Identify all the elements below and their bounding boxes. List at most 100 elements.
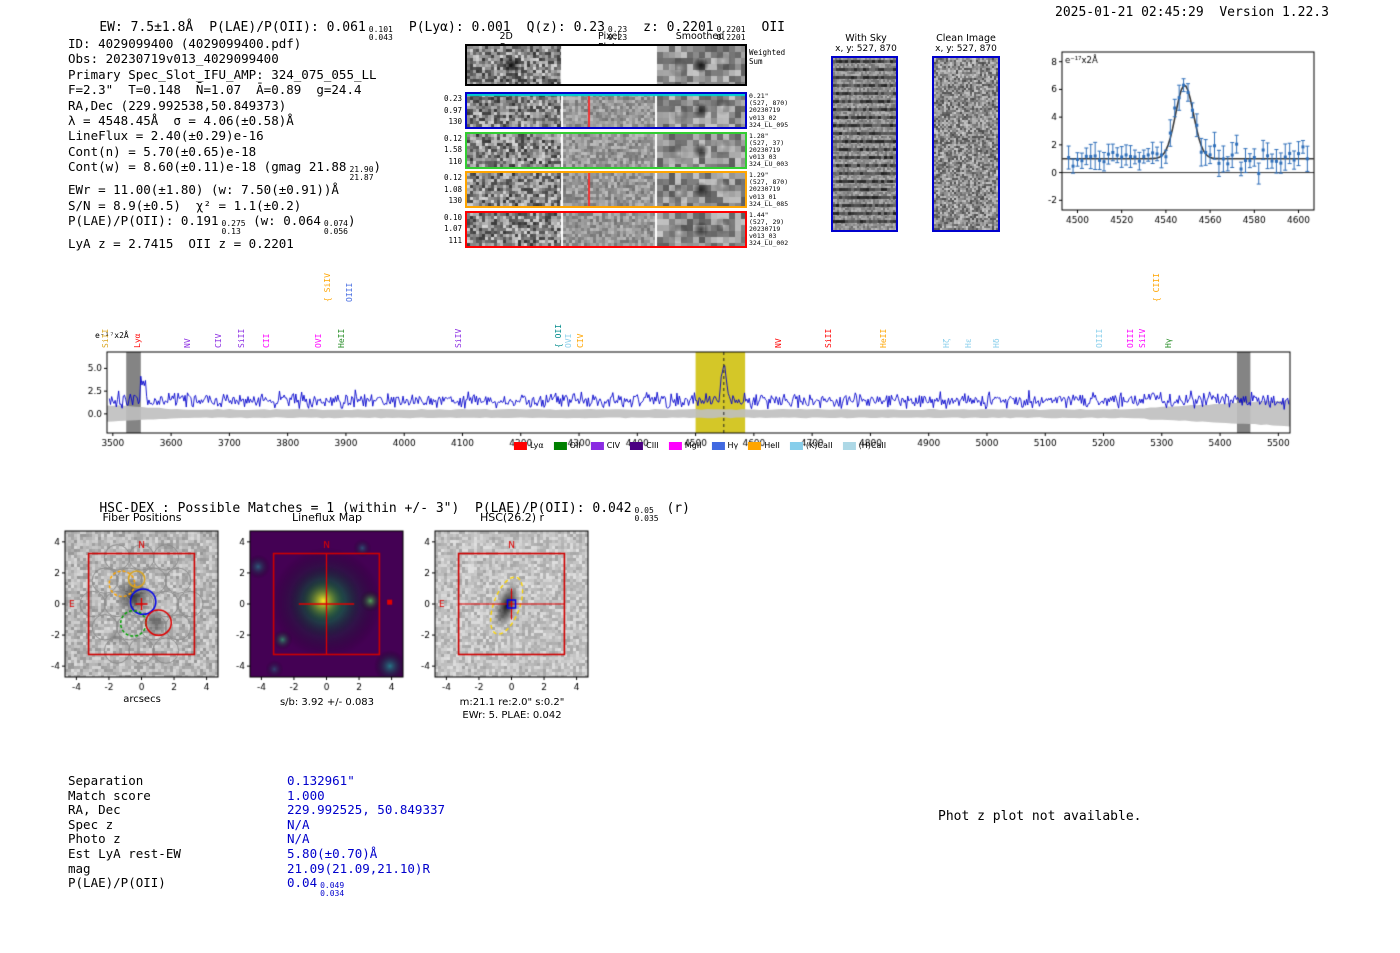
- match-row-label: Photo z: [68, 831, 121, 847]
- info-line: RA,Dec (229.992538,50.849373): [68, 97, 287, 113]
- spectrum-legend: Lyα OII CIV CIII MgII Hγ HeII (K)CaII (H)CaII: [513, 441, 886, 450]
- spec2d-row-canvas: [465, 131, 747, 169]
- detection-info-block: ID: 4029099400 (4029099400.pdf) Obs: 2023…: [68, 36, 381, 251]
- spec2d-row-right-labels: 1.29" (527, 870) 20230719 v013_01 324_LL_085: [749, 171, 789, 208]
- legend-swatch: [748, 441, 762, 450]
- legend-label: OII: [569, 441, 581, 450]
- fiber-positions-cutout: [38, 523, 233, 695]
- match-row-value: 1.000: [287, 787, 325, 803]
- match-row-value: 229.992525, 50.849337: [287, 802, 446, 818]
- clean-image-coords: x, y: 527, 870: [935, 44, 997, 54]
- legend-swatch: [668, 441, 682, 450]
- spectrum-ylabel: e⁻¹⁷x2Å: [95, 331, 129, 340]
- spec2d-column-header: Smoothed: [675, 31, 725, 42]
- legend-item: HeII: [748, 441, 780, 450]
- spec2d-row-left-labels: 0.10 1.07 111: [443, 212, 462, 245]
- hsc-ewr-label: EWr: 5. PLAE: 0.042: [462, 710, 562, 721]
- legend-swatch: [590, 441, 604, 450]
- plya-value: P(Lyα): 0.001: [408, 20, 511, 35]
- legend-item: Lyα: [513, 441, 544, 450]
- classification-label: OII: [761, 20, 786, 35]
- legend-item: Hγ: [711, 441, 738, 450]
- legend-label: CIII: [646, 441, 659, 450]
- emission-line-label: OIII: [1126, 328, 1135, 348]
- emission-line-label: SiIV: [1138, 328, 1147, 348]
- match-row-value: N/A: [287, 816, 310, 832]
- info-line: Cont(n) = 5.70(±0.65)e-18: [68, 143, 257, 159]
- info-line: EWr = 11.00(±1.80) (w: 7.50(±0.91))Å: [68, 182, 339, 198]
- emission-line-label: { CIII: [1152, 273, 1161, 302]
- legend-swatch: [513, 441, 527, 450]
- phot-z-note: Phot z plot not available.: [938, 809, 1142, 824]
- emission-line-fit-chart: [1032, 46, 1320, 232]
- legend-label: CIV: [606, 441, 621, 450]
- emission-line-label: { OII: [554, 323, 563, 348]
- spec2d-row-canvas: [465, 171, 747, 208]
- info-line: LyA z = 2.7415 OII z = 0.2201: [68, 236, 294, 252]
- spec2d-row-right-labels: 1.28" (527, 37) 20230719 v013_03 324_LU_003: [749, 131, 789, 169]
- with-sky-title: With Sky: [845, 33, 887, 44]
- spec2d-row-left-labels: 0.12 1.08 130: [443, 173, 462, 205]
- emission-line-label: Lyα: [133, 333, 142, 348]
- match-row-label: Est LyA rest-EW: [68, 846, 181, 861]
- spec2d-row-right-labels: 1.44" (527, 29) 20230719 v013_03 324_LU_002: [749, 210, 789, 248]
- legend-swatch: [789, 441, 803, 450]
- spec2d-row-canvas: [465, 210, 747, 248]
- fiber-xlabel: arcsecs: [123, 694, 161, 705]
- hsc-dex-band: (r): [658, 501, 690, 516]
- info-line: Primary Spec_Slot_IFU_AMP: 324_075_055_L…: [68, 66, 377, 82]
- match-row-value: 0.04 0.049 0.034: [287, 875, 345, 899]
- header-timestamp: 2025-01-21 02:45:29 Version 1.22.3: [1055, 5, 1329, 20]
- info-line: LineFlux = 2.40(±0.29)e-16: [68, 128, 264, 144]
- spec2d-row-right-labels: Weighted Sum: [749, 48, 786, 66]
- match-row-value: N/A: [287, 831, 310, 847]
- legend-item: MgII: [668, 441, 702, 450]
- emission-line-label: Hδ: [992, 338, 1001, 348]
- info-line: F=2.3" T=0.148 N̄=1.07 Ā=0.89 g=24.4: [68, 82, 362, 98]
- spec2d-row-canvas: [465, 92, 747, 129]
- emission-line-label: SiIV: [454, 328, 463, 348]
- emission-line-label: Hζ: [942, 338, 951, 348]
- emission-line-label: Hε: [964, 338, 973, 348]
- clean-image: [932, 56, 1000, 232]
- full-spectrum-chart: [70, 348, 1315, 448]
- emission-line-label: CIV: [576, 333, 585, 348]
- legend-label: HeII: [764, 441, 780, 450]
- spec2d-row-canvas: [465, 44, 747, 86]
- spec2d-row-left-labels: 0.23 0.97 130: [443, 94, 462, 126]
- spec2d-row-left-labels: 0.12 1.58 110: [443, 133, 462, 166]
- with-sky-image: [831, 56, 898, 232]
- info-line: Obs: 20230719v013_4029099400: [68, 51, 279, 67]
- legend-item: CIII: [630, 441, 659, 450]
- hsc-mag-label: m:21.1 re:2.0" s:0.2": [459, 697, 565, 708]
- info-line: λ = 4548.45Å σ = 4.06(±0.58)Å: [68, 113, 294, 129]
- emission-line-label: OVI: [314, 333, 323, 348]
- emission-line-label: Hγ: [1164, 338, 1173, 348]
- legend-item: OII: [553, 441, 581, 450]
- emission-line-label: OIII: [345, 282, 354, 302]
- lineflux-sb-label: s/b: 3.92 +/- 0.083: [279, 697, 375, 708]
- legend-label: Lyα: [529, 441, 544, 450]
- elixer-report-page: EW: 7.5±1.8Å P(LAE)/P(OII): 0.061 0.101 0.0…: [0, 0, 1400, 953]
- legend-item: CIV: [590, 441, 621, 450]
- hsc-dex-bounds: 0.05 0.035: [634, 506, 659, 523]
- emission-line-label: OVI: [564, 333, 573, 348]
- legend-label: MgII: [684, 441, 702, 450]
- emission-line-label: SiII: [237, 328, 246, 348]
- plae-poii-value: P(LAE)/P(OII): 0.061 0.101 0.043: [209, 20, 393, 42]
- legend-item: (K)CaII: [789, 441, 833, 450]
- info-line: Cont(w) = 8.60(±0.11)e-18 (gmag 21.88 21.…: [68, 159, 382, 183]
- emission-line-label: SiII: [824, 328, 833, 348]
- clean-image-title: Clean Image: [936, 33, 996, 44]
- match-row-label: Match score: [68, 787, 151, 803]
- match-row-value: 0.132961": [287, 773, 355, 788]
- legend-item: (H)CaII: [842, 441, 886, 450]
- legend-swatch: [553, 441, 567, 450]
- lineflux-map-cutout: [223, 523, 418, 695]
- ew-value: EW: 7.5±1.8Å: [99, 20, 194, 35]
- info-line: P(LAE)/P(OII): 0.191 0.275 0.13 (w: 0.064 0…: [68, 213, 356, 237]
- match-row-label: RA, Dec: [68, 802, 121, 818]
- legend-swatch: [711, 441, 725, 450]
- emission-line-label: NV: [774, 338, 783, 348]
- info-line: S/N = 8.9(±0.5) χ² = 1.1(±0.2): [68, 197, 302, 213]
